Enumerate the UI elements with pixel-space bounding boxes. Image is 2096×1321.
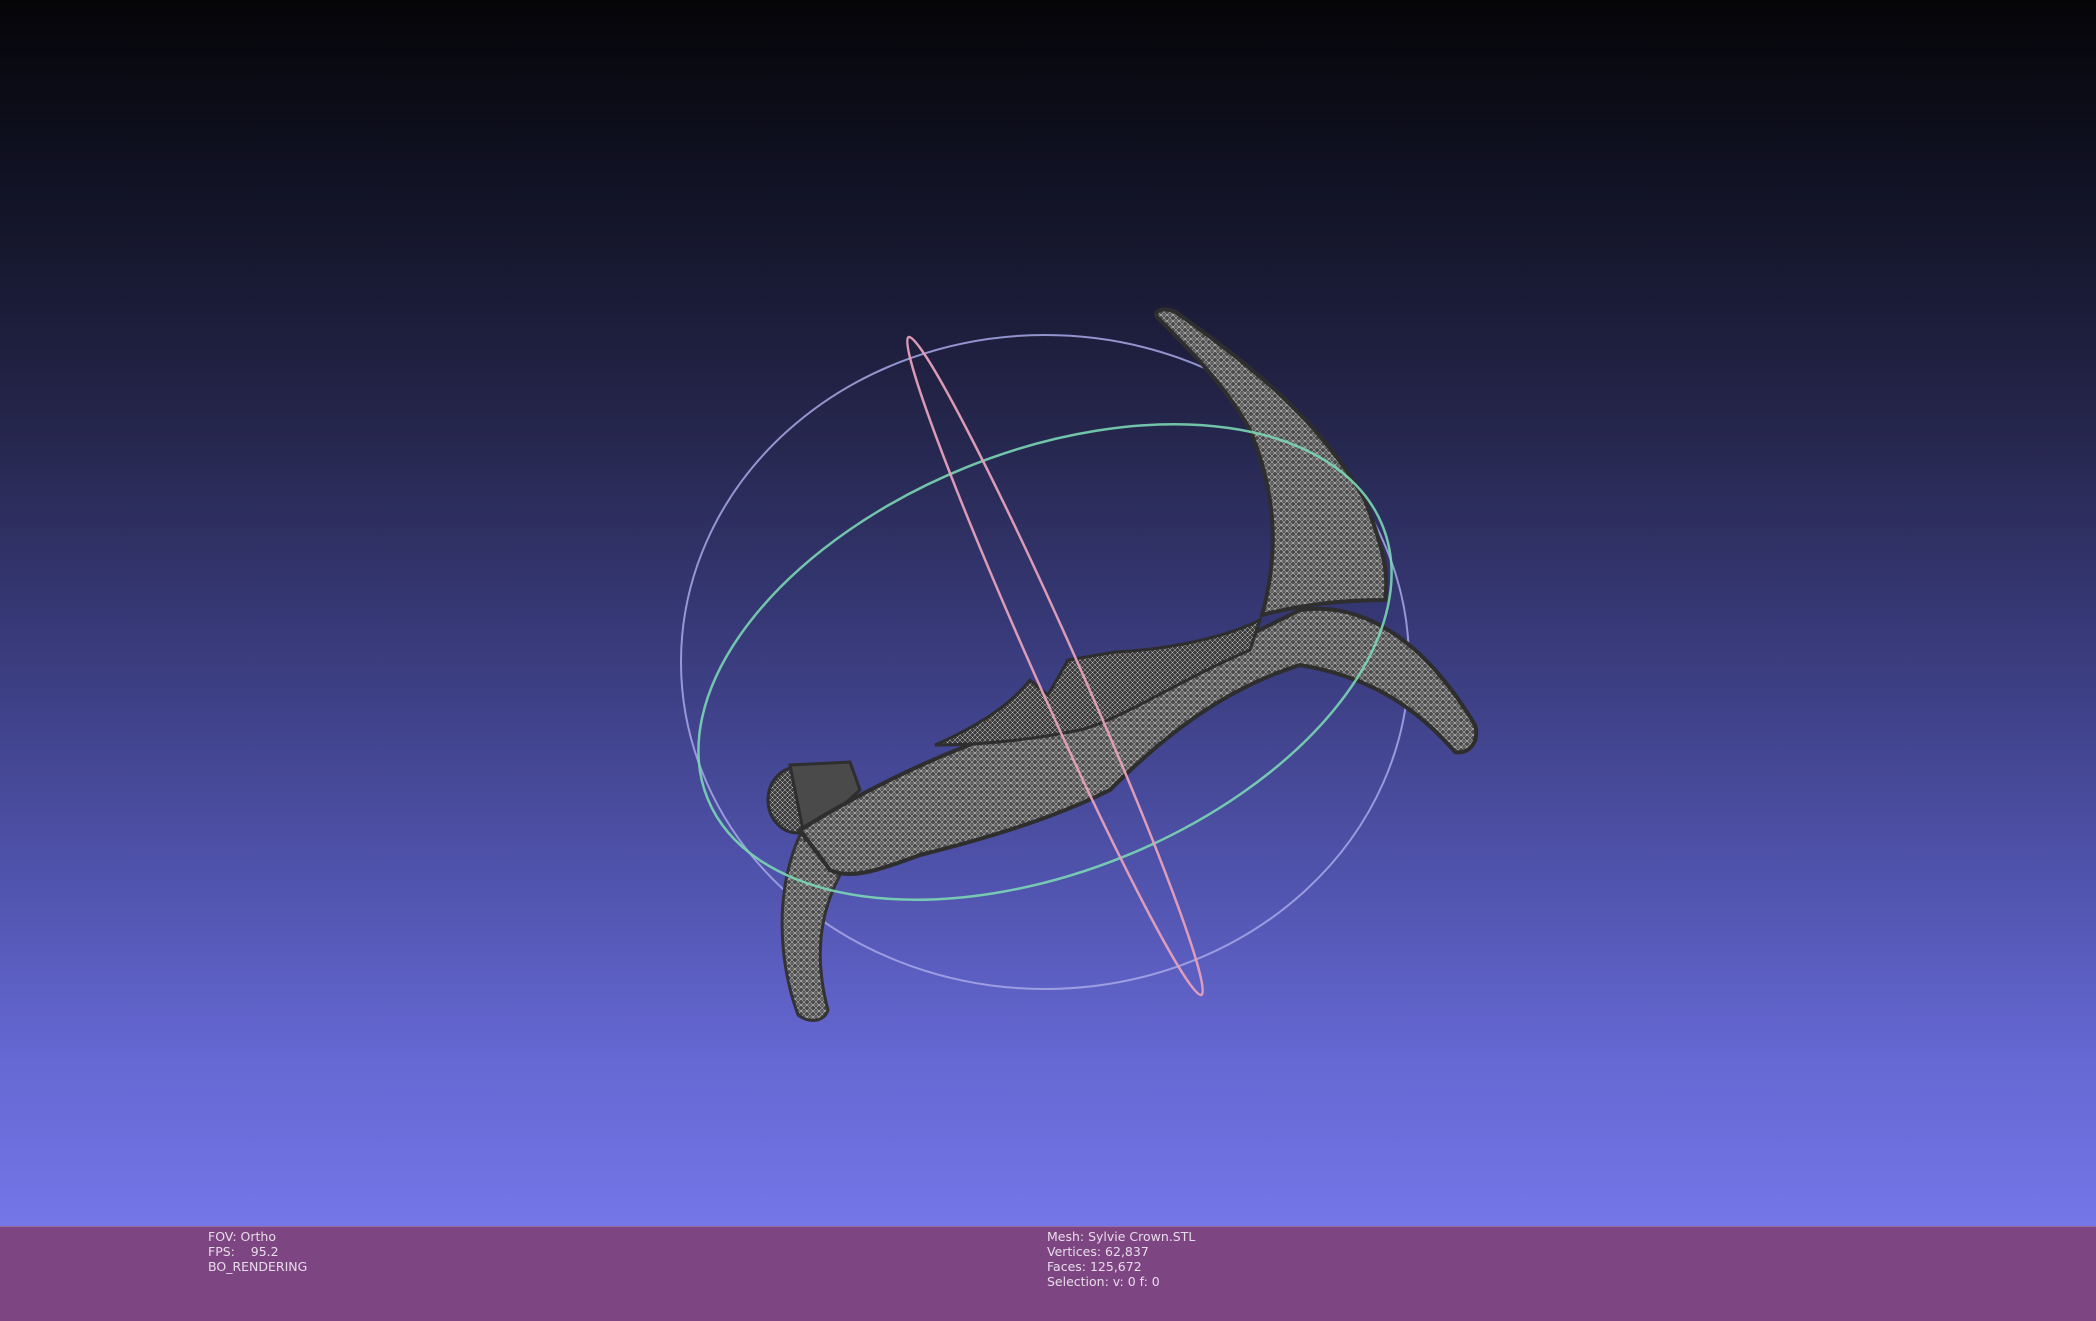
faces-readout: Faces: 125,672 (1047, 1259, 1142, 1274)
fps-value: 95.2 (250, 1244, 279, 1259)
render-info-panel: FOV: Ortho FPS: 95.2 BO_RENDERING (208, 1229, 307, 1274)
fov-readout: FOV: Ortho (208, 1229, 276, 1244)
mesh-name-readout: Mesh: Sylvie Crown.STL (1047, 1229, 1196, 1244)
render-mode-readout: BO_RENDERING (208, 1259, 308, 1274)
fps-label: FPS: (208, 1244, 235, 1259)
3d-viewport[interactable] (0, 0, 2096, 1226)
mesh-info-panel: Mesh: Sylvie Crown.STL Vertices: 62,837 … (1047, 1229, 1195, 1289)
vertices-readout: Vertices: 62,837 (1047, 1244, 1149, 1259)
selection-readout: Selection: v: 0 f: 0 (1047, 1274, 1160, 1289)
crown-band (797, 606, 1479, 877)
fps-readout: FPS: 95.2 (208, 1244, 307, 1259)
crown-right-horn (1154, 307, 1389, 618)
scene-canvas[interactable] (0, 0, 2096, 1226)
